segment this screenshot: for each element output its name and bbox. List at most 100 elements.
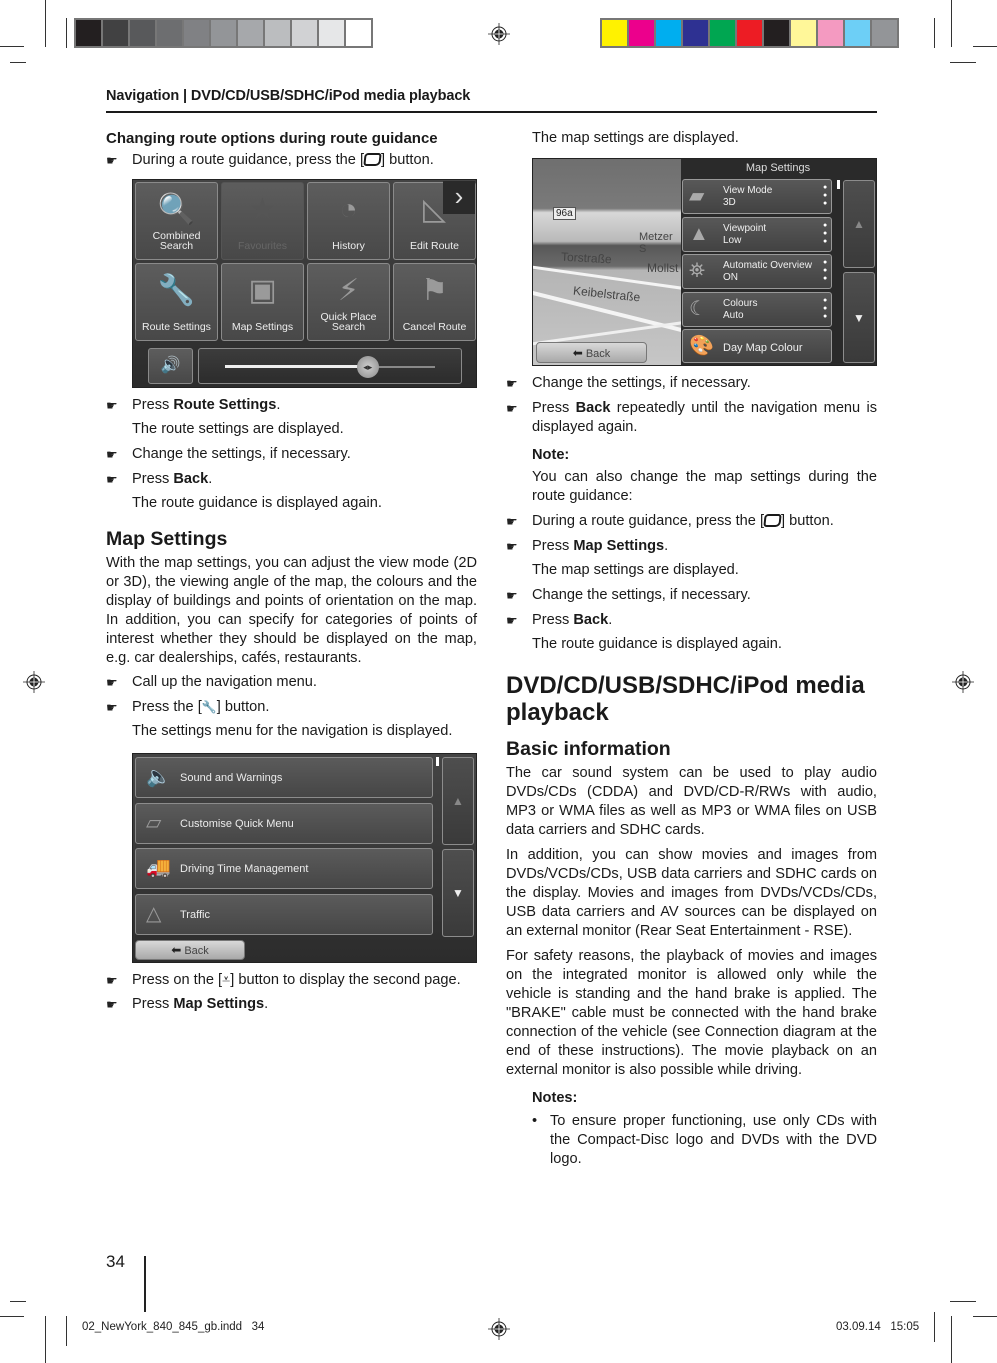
setting-value: 3D — [723, 197, 736, 208]
step: ☛ Press on the [⩡] button to display the … — [106, 972, 461, 988]
scroll-up-icon: ▲ — [853, 217, 865, 231]
hand-pointer-icon: ☛ — [106, 973, 118, 988]
truck-icon: 🚚 — [146, 857, 171, 879]
wrench-icon: 🔧 — [201, 700, 217, 714]
crop-mark — [973, 1316, 997, 1317]
map-setting-view-mode[interactable]: ▰ View Mode 3D ● ● ● — [682, 179, 832, 214]
street-label: Keibelstraße — [572, 283, 641, 305]
row-label: Driving Time Management — [180, 863, 309, 875]
step: ☛ Change the settings, if necessary. — [506, 375, 751, 391]
color-swatch — [683, 20, 708, 46]
combined-search-icon: 🔍 — [157, 193, 196, 226]
menu-tile-history[interactable]: ◔ History — [307, 182, 390, 260]
color-swatch — [791, 20, 816, 46]
menu-tile-combined-search[interactable]: 🔍 Combined Search — [135, 182, 218, 260]
registration-mark-icon — [23, 671, 45, 693]
viewpoint-icon: ▲ — [689, 222, 709, 245]
settings-row-sound-and-warnings[interactable]: 🔈 Sound and Warnings — [135, 757, 433, 798]
page-number-rule — [144, 1256, 146, 1312]
settings-menu-screenshot: 🔈 Sound and Warnings ▱ Customise Quick Menu… — [132, 753, 477, 963]
tile-label: Map Settings — [231, 321, 294, 333]
color-swatch — [656, 20, 681, 46]
crop-mark — [66, 18, 67, 48]
crop-mark — [45, 1316, 46, 1363]
result-text: The route guidance is displayed again. — [132, 495, 382, 511]
color-swatch — [737, 20, 762, 46]
setting-name: Viewpoint — [723, 222, 767, 234]
crop-mark — [0, 46, 24, 47]
crop-mark — [951, 1316, 952, 1363]
menu-tile-route-settings[interactable]: 🔧 Route Settings — [135, 263, 218, 341]
back-button[interactable]: ⬅ Back — [135, 940, 245, 960]
quick-place-icon: ⚡ — [337, 274, 360, 307]
menu-tile-cancel-route[interactable]: ⚑ Cancel Route — [393, 263, 476, 341]
day-map-colour-row[interactable]: 🎨 Day Map Colour — [682, 329, 832, 363]
scroll-up-button[interactable]: ▲ — [442, 757, 474, 845]
hand-pointer-icon: ☛ — [506, 376, 518, 391]
setting-value: ON — [723, 272, 738, 283]
notes-label: Notes: — [532, 1090, 578, 1106]
hand-pointer-icon: ☛ — [506, 613, 518, 628]
settings-row-customise-quick-menu[interactable]: ▱ Customise Quick Menu — [135, 802, 433, 844]
map-setting-viewpoint[interactable]: ▲ Viewpoint Low ● ● ● — [682, 216, 832, 252]
star-icon: ★ — [249, 193, 276, 226]
warning-triangle-icon: △ — [146, 902, 162, 925]
result-text: The route guidance is displayed again. — [532, 636, 782, 652]
step: ☛ Call up the navigation menu. — [106, 674, 317, 690]
bullet-icon: • — [532, 1113, 538, 1129]
color-swatch — [76, 20, 101, 46]
scroll-up-button[interactable]: ▲ — [843, 180, 875, 268]
color-swatch — [103, 20, 128, 46]
back-button[interactable]: ⬅ Back — [536, 342, 647, 363]
scroll-down-button[interactable]: ▼ — [843, 272, 875, 363]
map-view: 96a Metzer S Torstraße Mollst Keibelstra… — [533, 159, 681, 365]
crop-mark — [950, 62, 976, 63]
color-swatch — [629, 20, 654, 46]
crop-mark — [10, 1301, 26, 1302]
menu-button-icon — [763, 514, 782, 527]
header-rule — [106, 111, 877, 113]
volume-slider-knob[interactable]: ◂▸ — [356, 356, 379, 378]
menu-tile-map-settings[interactable]: ▣ Map Settings — [221, 263, 304, 341]
result-text: The settings menu for the navigation is … — [132, 723, 453, 739]
color-calibration-bar — [600, 18, 899, 48]
map-settings-intro: With the map settings, you can adjust th… — [106, 555, 477, 666]
crop-mark — [934, 1312, 935, 1342]
setting-name: View Mode — [723, 185, 773, 196]
scroll-down-icon: ▼ — [853, 311, 865, 325]
step: ☛ During a route guidance, press the [] b… — [106, 152, 434, 168]
street-label: Torstraße — [560, 249, 613, 267]
right-column-steps: ☛ Change the settings, if necessary. ☛ Pre… — [506, 374, 877, 1169]
view-mode-icon: ▰ — [689, 185, 705, 207]
route-number-label: 96a — [553, 207, 576, 220]
gray-calibration-bar — [74, 18, 373, 48]
volume-mute-button[interactable]: 🔊 — [148, 348, 193, 384]
crop-mark — [951, 0, 952, 47]
map-setting-colours[interactable]: ☾ Colours Auto ● ● ● — [682, 291, 832, 327]
next-page-button[interactable]: › — [443, 181, 475, 214]
hand-pointer-icon: ☛ — [106, 447, 118, 462]
hand-pointer-icon: ☛ — [506, 401, 518, 416]
speaker-icon: 🔊 — [160, 357, 181, 374]
color-swatch — [265, 20, 290, 46]
hand-pointer-icon: ☛ — [106, 398, 118, 413]
page-number: 34 — [106, 1252, 125, 1271]
left-column-tail: ☛ Press on the [⩡] button to display the … — [106, 971, 477, 1014]
menu-button-icon — [363, 153, 382, 166]
quick-menu-icon: ▱ — [146, 811, 162, 834]
settings-row-driving-time-management[interactable]: 🚚 Driving Time Management — [135, 848, 433, 889]
hand-pointer-icon: ☛ — [106, 997, 118, 1012]
hand-pointer-icon: ☛ — [506, 514, 518, 529]
row-label: Customise Quick Menu — [180, 817, 294, 830]
registration-mark-icon — [488, 1318, 510, 1340]
step: ☛ Press Back. — [506, 612, 613, 628]
street-label: Mollst — [647, 261, 679, 275]
map-setting-automatic-overview[interactable]: ⛯ Automatic Overview ON ● ● ● — [682, 254, 832, 289]
registration-mark-icon — [952, 671, 974, 693]
crop-mark — [45, 0, 46, 47]
scroll-down-button[interactable]: ▼ — [442, 849, 474, 937]
settings-row-traffic[interactable]: △ Traffic — [135, 893, 433, 935]
result-text: The map settings are displayed. — [532, 562, 739, 578]
paragraph: In addition, you can show movies and ima… — [506, 847, 877, 939]
menu-tile-quick-place-search[interactable]: ⚡ Quick Place Search — [307, 263, 390, 341]
